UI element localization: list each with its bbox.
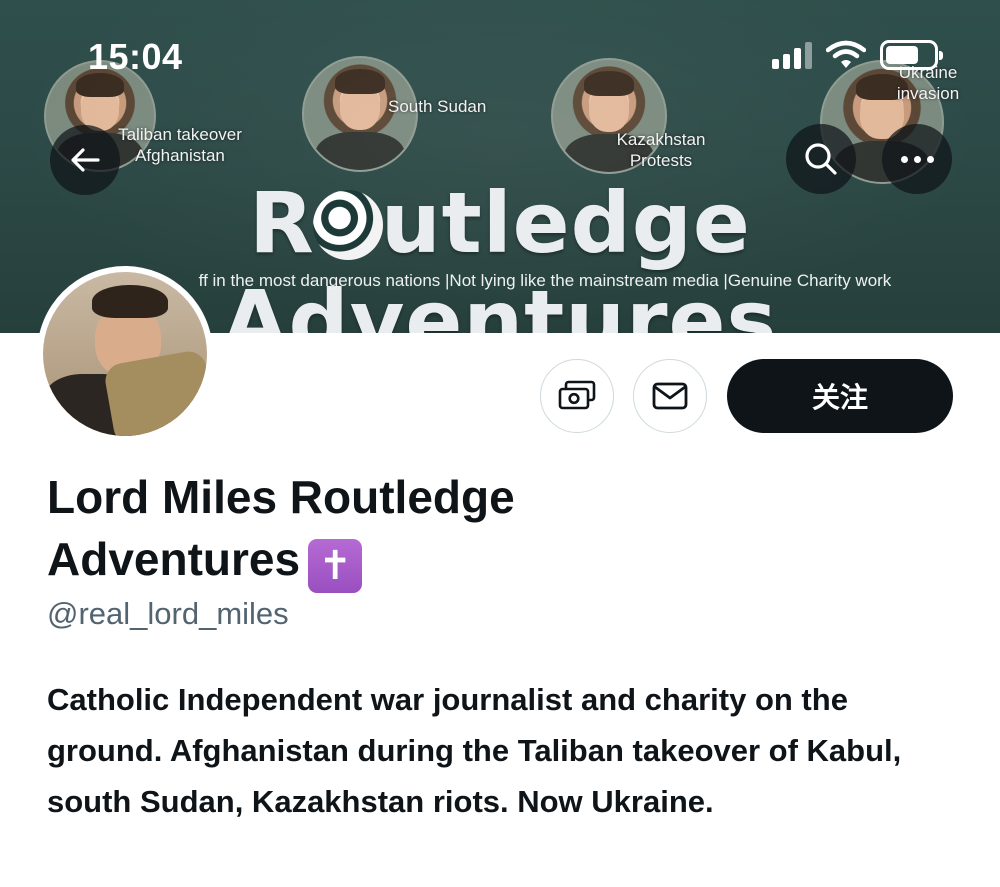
profile-handle: @real_lord_miles bbox=[47, 596, 289, 631]
banner-label-south-sudan: South Sudan bbox=[388, 97, 487, 116]
globe-icon bbox=[312, 190, 383, 260]
battery-icon bbox=[880, 40, 943, 70]
banner-label-kazakhstan: Kazakhstan Protests bbox=[616, 130, 706, 170]
banner-label-afghanistan: Taliban takeover Afghanistan bbox=[118, 125, 242, 165]
back-button[interactable] bbox=[50, 125, 120, 195]
more-options-icon bbox=[900, 155, 934, 163]
profile-name-text: Lord Miles Routledge Adventures bbox=[47, 471, 515, 585]
envelope-icon bbox=[652, 382, 688, 410]
cellular-signal-icon bbox=[772, 41, 812, 69]
avatar-image bbox=[43, 272, 207, 436]
arrow-left-icon bbox=[71, 148, 100, 172]
search-icon bbox=[805, 143, 837, 175]
tip-button[interactable] bbox=[540, 359, 614, 433]
status-icons bbox=[772, 40, 943, 70]
follow-button[interactable]: 关注 bbox=[727, 359, 953, 433]
avatar[interactable] bbox=[37, 266, 213, 442]
search-button[interactable] bbox=[786, 124, 856, 194]
status-time: 15:04 bbox=[88, 36, 183, 77]
profile-bio: Catholic Independent war journalist and … bbox=[47, 682, 902, 819]
message-button[interactable] bbox=[633, 359, 707, 433]
money-tip-icon bbox=[558, 380, 596, 410]
more-options-button[interactable] bbox=[882, 124, 952, 194]
profile-name: Lord Miles Routledge Adventures ✝ bbox=[47, 466, 747, 593]
wifi-icon bbox=[826, 40, 866, 68]
latin-cross-icon: ✝ bbox=[308, 539, 363, 593]
banner-title-prefix: R bbox=[249, 174, 315, 272]
